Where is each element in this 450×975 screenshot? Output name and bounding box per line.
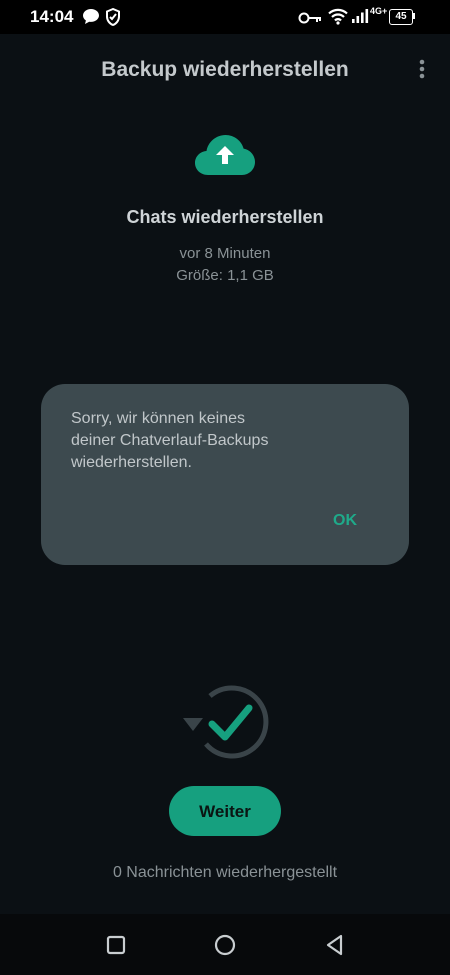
cloud-upload-icon <box>193 132 257 181</box>
restore-check-icon <box>180 682 270 767</box>
recents-icon[interactable] <box>103 932 129 958</box>
shield-icon <box>105 7 121 31</box>
home-icon[interactable] <box>212 932 238 958</box>
signal-icon <box>351 8 369 29</box>
more-vert-icon[interactable] <box>416 58 428 82</box>
battery-icon: 45 <box>389 9 413 25</box>
vpn-key-icon <box>298 10 322 30</box>
continue-button[interactable]: Weiter <box>169 786 281 836</box>
status-time: 14:04 <box>30 7 74 26</box>
network-type: 4G+ <box>370 6 388 16</box>
error-dialog: Sorry, wir können keines deiner Chatverl… <box>41 384 409 565</box>
dialog-message-line: wiederherstellen. <box>71 454 192 471</box>
backup-time: vor 8 Minuten <box>179 245 271 262</box>
wifi-icon <box>328 8 348 30</box>
status-bar: 14:04 4G+ 45 <box>0 0 450 34</box>
page-title: Backup wiederherstellen <box>101 58 349 81</box>
restore-backup-screen: Backup wiederherstellen Chats wiederhers… <box>0 34 450 914</box>
backup-size: Größe: 1,1 GB <box>176 267 274 284</box>
chat-bubble-icon <box>82 8 100 30</box>
dialog-message: Sorry, wir können keines deiner Chatverl… <box>71 408 371 474</box>
system-nav-bar <box>0 914 450 975</box>
battery-tip <box>413 13 415 19</box>
dialog-message-line: Sorry, wir können keines <box>71 410 245 427</box>
ok-button[interactable]: OK <box>313 504 377 538</box>
restored-messages-status: 0 Nachrichten wiederhergestellt <box>112 864 338 881</box>
dialog-message-line: deiner Chatverlauf-Backups <box>71 432 269 449</box>
backup-title: Chats wiederherstellen <box>126 207 324 227</box>
back-icon[interactable] <box>322 932 348 958</box>
